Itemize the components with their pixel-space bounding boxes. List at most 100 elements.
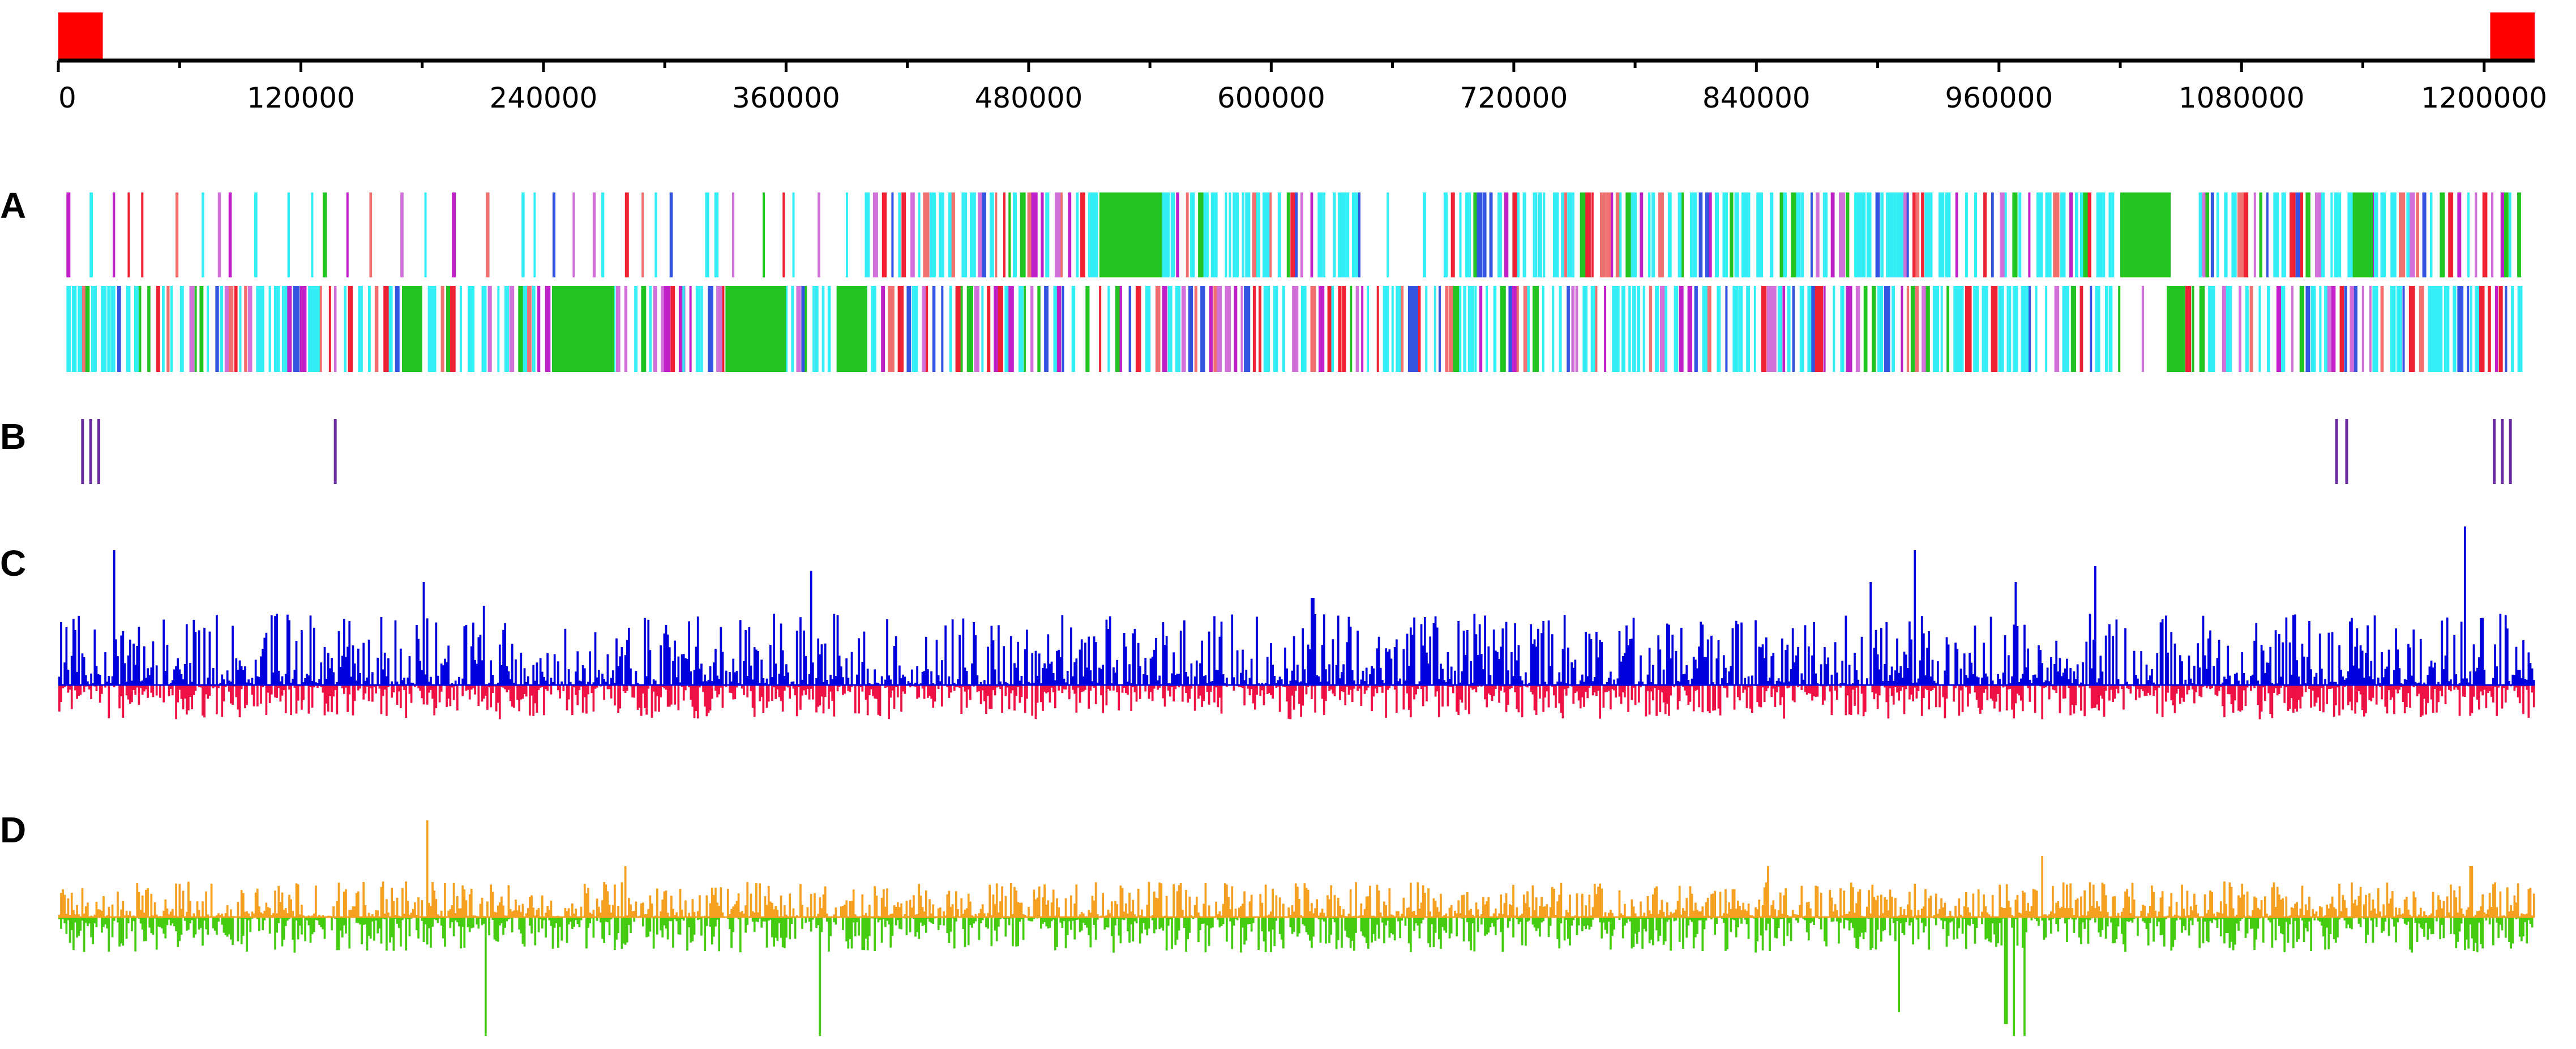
feature-stripe (714, 192, 719, 277)
negative-bar (2304, 685, 2307, 692)
feature-stripe (1855, 286, 1860, 372)
negative-bar (1682, 917, 1684, 949)
negative-bar (1986, 685, 1989, 701)
positive-bar (1859, 889, 1862, 917)
negative-bar (794, 917, 797, 939)
negative-bar (2156, 685, 2159, 714)
feature-stripe (2066, 286, 2069, 372)
feature-stripe (2300, 192, 2304, 277)
negative-bar (1212, 917, 1214, 928)
feature-stripe (127, 192, 130, 277)
negative-bar (1220, 685, 1223, 714)
positive-bar (2175, 902, 2178, 917)
negative-bar (159, 685, 161, 698)
positive-bar (122, 901, 125, 917)
negative-bar (242, 917, 245, 936)
feature-stripe (2398, 192, 2406, 277)
negative-bar (1854, 685, 1856, 706)
positive-bar (2464, 526, 2466, 685)
positive-bar (592, 910, 595, 917)
positive-bar (2193, 665, 2196, 685)
positive-bar (2433, 662, 2436, 685)
positive-bar (396, 897, 399, 917)
feature-stripe (344, 286, 347, 372)
feature-stripe (669, 192, 673, 277)
positive-bar (1139, 666, 1141, 685)
negative-bar (1094, 685, 1097, 704)
positive-bar (189, 901, 191, 917)
positive-bar (2117, 679, 2120, 685)
positive-bar (1109, 616, 1111, 685)
negative-bar (2501, 685, 2504, 709)
feature-stripe (459, 286, 462, 372)
negative-bar (511, 917, 514, 932)
negative-bar (2458, 685, 2461, 716)
negative-bar (1864, 917, 1867, 932)
feature-stripe (1003, 192, 1005, 277)
feature-stripe (2517, 192, 2521, 277)
negative-bar (380, 917, 383, 944)
positive-bar (1747, 904, 1750, 917)
feature-stripe (113, 192, 115, 277)
positive-bar (1701, 906, 1704, 917)
negative-bar (1203, 685, 1205, 701)
feature-stripe (1500, 286, 1506, 372)
negative-bar (2297, 917, 2300, 940)
negative-bar (1302, 685, 1304, 706)
negative-bar (2016, 917, 2019, 946)
positive-bar (1484, 615, 1486, 685)
feature-stripe (1252, 286, 1256, 372)
feature-stripe (1245, 192, 1251, 277)
negative-bar (1563, 917, 1566, 941)
positive-bar (1195, 660, 1198, 685)
feature-stripe (2494, 286, 2498, 372)
feature-stripe (1062, 286, 1064, 372)
feature-stripe (682, 286, 685, 372)
positive-bar (735, 670, 738, 685)
negative-bar (1969, 685, 1971, 694)
positive-bar (2260, 900, 2263, 917)
feature-stripe (2192, 286, 2194, 372)
negative-bar (1073, 917, 1076, 940)
positive-bar (2282, 898, 2284, 917)
feature-stripe (1115, 286, 1120, 372)
negative-bar (1395, 685, 1398, 713)
negative-bar (1404, 917, 1407, 926)
feature-stripe (1128, 286, 1132, 372)
negative-bar (854, 685, 857, 714)
negative-bar (1740, 917, 1743, 924)
coordinate-ruler: 0 120000 240000 360000 480000 600000 720000 840… (57, 12, 2547, 114)
positive-bar (203, 627, 206, 685)
positive-bar (1731, 628, 1734, 685)
feature-stripe (1632, 286, 1636, 372)
positive-bar (1020, 676, 1023, 685)
positive-bar (2082, 662, 2084, 685)
positive-bar (401, 888, 404, 917)
positive-bar (621, 647, 623, 685)
positive-bar (1061, 615, 1064, 685)
negative-bar (1355, 917, 1357, 933)
negative-bar (1264, 917, 1267, 952)
positive-bar (1501, 628, 1504, 685)
positive-bar (1487, 897, 1490, 917)
positive-bar (2115, 619, 2118, 685)
negative-bar (353, 685, 356, 701)
positive-bar (1298, 898, 1300, 917)
negative-bar (571, 685, 574, 715)
positive-bar (2076, 664, 2079, 685)
feature-stripe (2408, 286, 2415, 372)
green-feature-block (2120, 192, 2171, 277)
feature-stripe (960, 286, 963, 372)
feature-stripe (1479, 286, 1483, 372)
positive-bar (969, 901, 972, 917)
positive-bar (656, 888, 658, 917)
negative-bar (925, 917, 927, 933)
negative-bar (2223, 685, 2226, 717)
negative-bar (2184, 917, 2187, 931)
feature-stripe (299, 286, 307, 372)
negative-bar (2441, 685, 2444, 696)
feature-stripe (1915, 192, 1920, 277)
positive-bar (925, 890, 927, 917)
negative-bar (1330, 917, 1333, 935)
positive-bar (226, 905, 229, 917)
